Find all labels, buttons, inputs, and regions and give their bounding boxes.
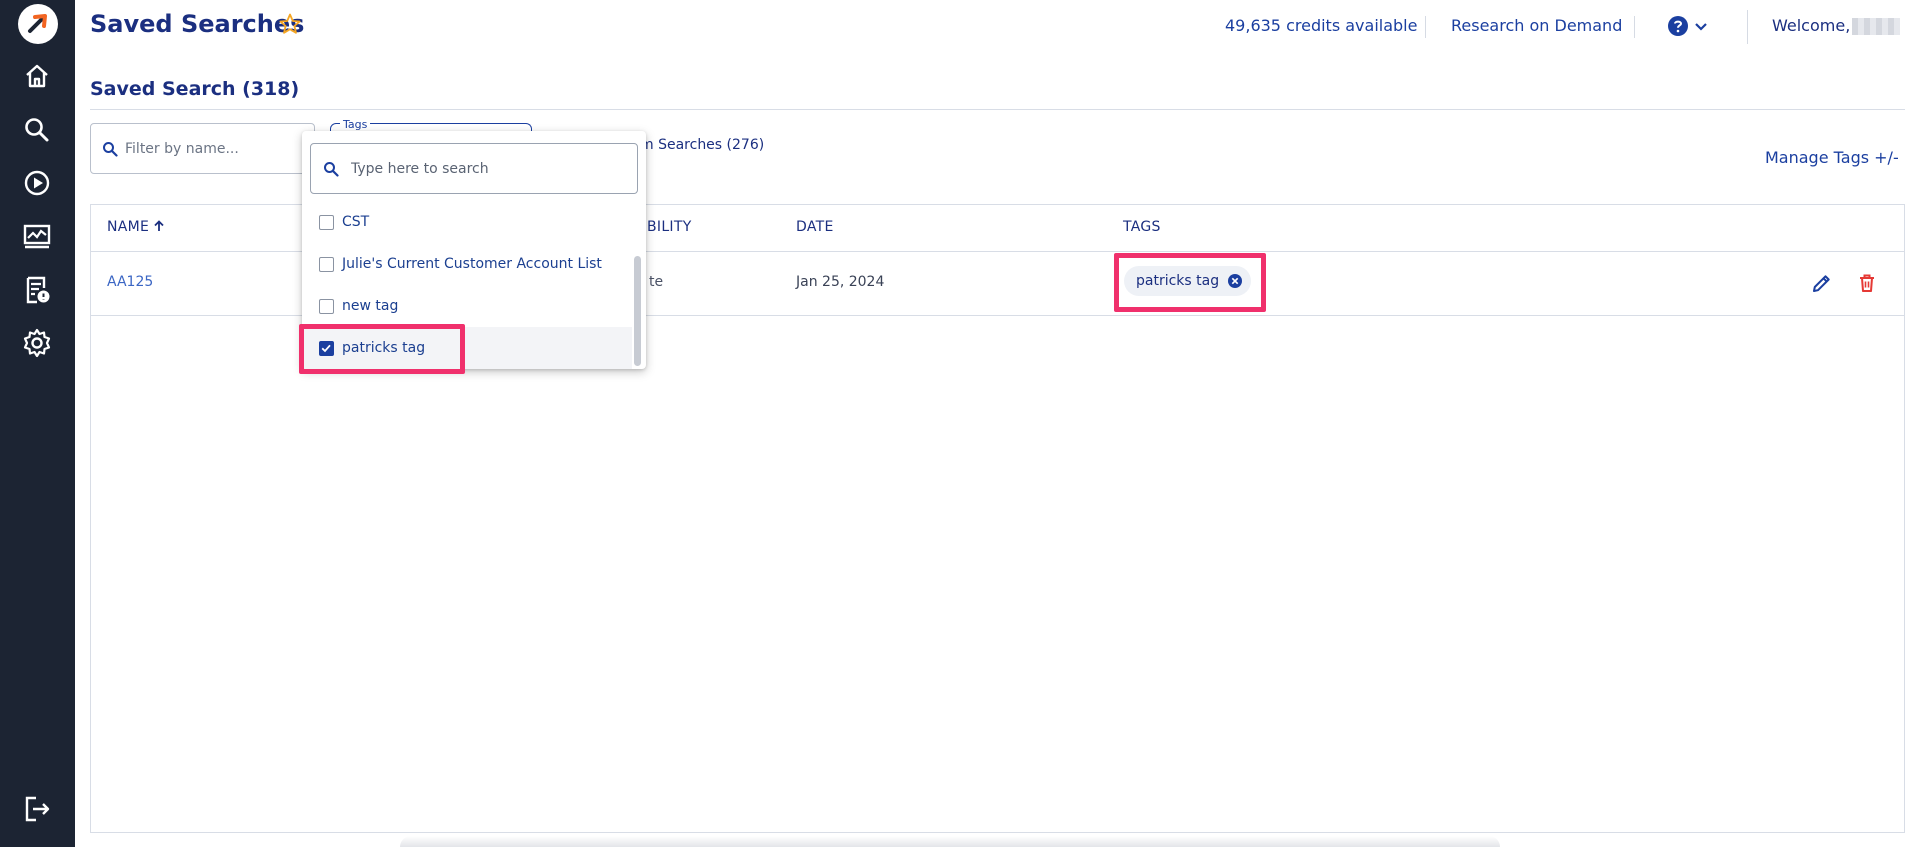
option-label: Julie's Current Customer Account List — [342, 256, 602, 272]
highlight-selected-option — [299, 324, 465, 374]
search-icon — [323, 161, 339, 177]
home-icon[interactable] — [20, 59, 54, 93]
star-icon[interactable] — [278, 12, 302, 36]
sort-ascending-icon — [153, 220, 165, 232]
user-name-blurred[interactable] — [1852, 18, 1900, 35]
highlight-tag-chip — [1114, 253, 1266, 312]
chevron-down-icon[interactable] — [1693, 18, 1709, 34]
checkbox-unchecked[interactable] — [319, 214, 334, 230]
logo-arrow-icon — [28, 14, 47, 33]
header-divider — [1425, 16, 1426, 38]
manage-tags-link[interactable]: Manage Tags +/- — [1765, 148, 1899, 167]
column-header-name[interactable]: NAME — [107, 219, 165, 235]
report-icon[interactable] — [20, 273, 54, 307]
sidebar — [0, 0, 75, 847]
row-date: Jan 25, 2024 — [796, 274, 885, 290]
section-divider — [90, 109, 1905, 110]
search-icon — [102, 141, 118, 157]
settings-icon[interactable] — [20, 326, 54, 360]
chart-icon[interactable] — [20, 219, 54, 253]
play-icon[interactable] — [20, 166, 54, 200]
search-icon[interactable] — [20, 113, 54, 147]
filter-input[interactable] — [125, 136, 305, 162]
tags-search-field[interactable] — [310, 143, 638, 194]
dropdown-option[interactable]: Julie's Current Customer Account List — [302, 243, 632, 285]
header-divider — [1747, 10, 1748, 44]
option-label: CST — [342, 214, 370, 230]
section-title: Saved Search (318) — [90, 78, 300, 100]
row-name-link[interactable]: AA125 — [107, 274, 153, 290]
tags-search-input[interactable] — [351, 156, 621, 182]
option-label: new tag — [342, 298, 399, 314]
bottom-shadow — [400, 836, 1500, 847]
checkbox-unchecked[interactable] — [319, 298, 334, 314]
filter-by-name-field[interactable] — [90, 123, 315, 174]
page-title: Saved Searches — [90, 10, 305, 38]
research-on-demand-link[interactable]: Research on Demand — [1451, 16, 1622, 35]
credits-available[interactable]: 49,635 credits available — [1225, 16, 1417, 35]
edit-icon[interactable] — [1811, 272, 1833, 294]
tags-select-label: Tags — [340, 118, 371, 131]
logout-icon[interactable] — [20, 792, 54, 826]
delete-icon[interactable] — [1856, 272, 1878, 294]
checkbox-unchecked[interactable] — [319, 256, 334, 272]
dropdown-scrollbar[interactable] — [634, 256, 641, 366]
row-visibility: te — [649, 274, 664, 290]
column-header-date[interactable]: DATE — [796, 219, 834, 235]
column-header-visibility[interactable]: BILITY — [647, 219, 692, 235]
help-icon[interactable] — [1667, 15, 1689, 37]
column-header-tags: TAGS — [1123, 219, 1161, 235]
custom-searches-tab[interactable]: m Searches (276) — [640, 137, 764, 153]
dropdown-option[interactable]: CST — [302, 201, 632, 243]
header-divider — [1634, 16, 1635, 38]
app-logo[interactable] — [18, 4, 58, 44]
welcome-text: Welcome, — [1772, 16, 1851, 35]
dropdown-option[interactable]: new tag — [302, 285, 632, 327]
